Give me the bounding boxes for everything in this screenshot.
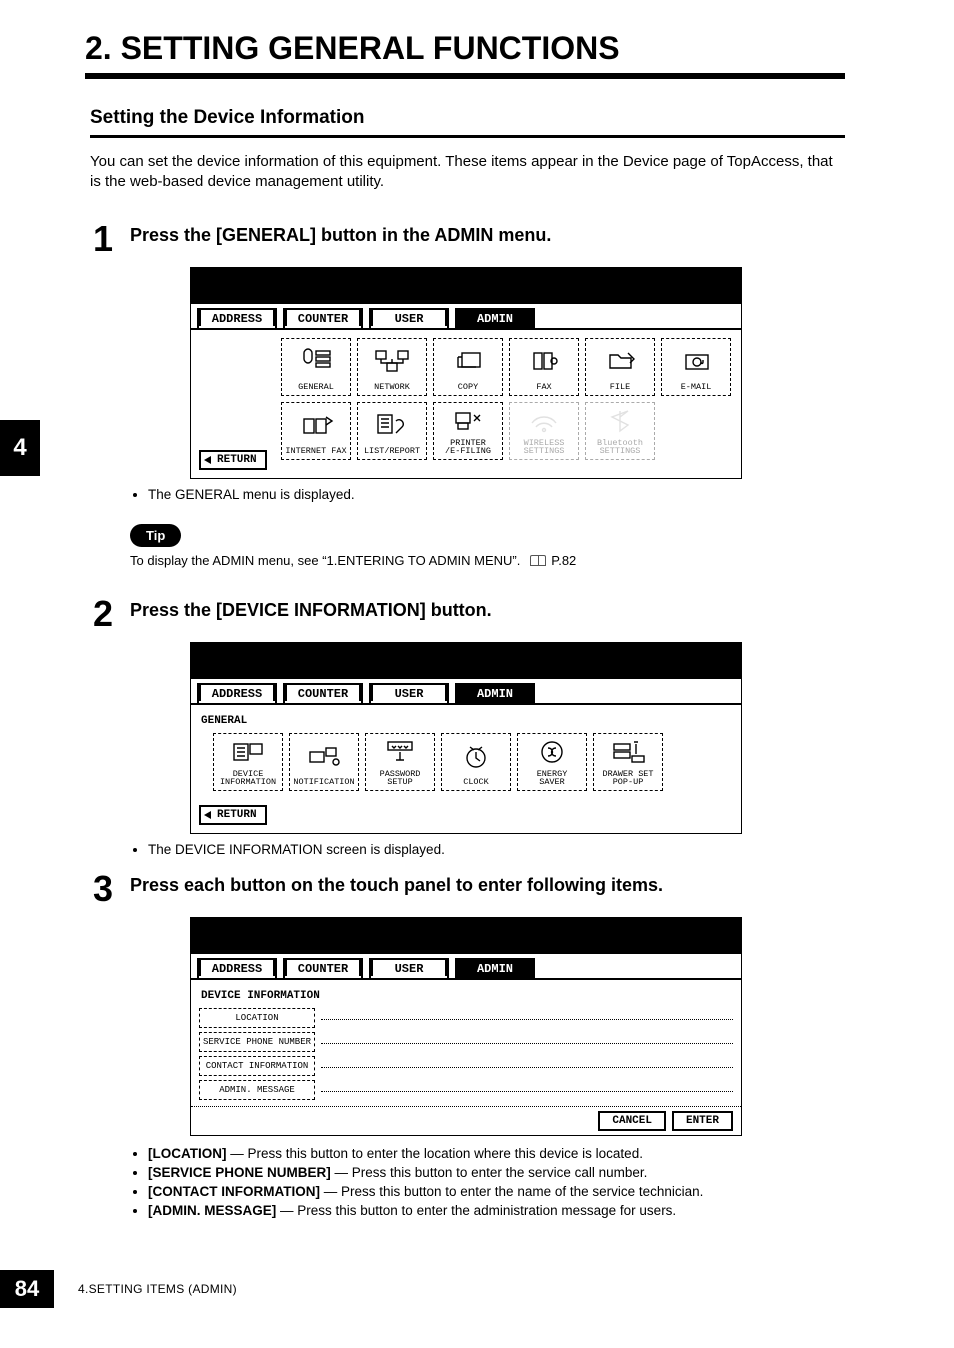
internet-fax-button[interactable]: INTERNET FAX	[281, 402, 351, 460]
step-number-3: 3	[90, 871, 116, 907]
tab-admin[interactable]: ADMIN	[455, 683, 535, 703]
device-information-button-label: DEVICE INFORMATION	[220, 770, 276, 787]
general-button-label: GENERAL	[298, 383, 334, 392]
network-button[interactable]: NETWORK	[357, 338, 427, 396]
printer-efiling-button[interactable]: PRINTER /E-FILING	[433, 402, 503, 460]
tab-user[interactable]: USER	[369, 958, 449, 978]
printer-efiling-button-label: PRINTER /E-FILING	[445, 439, 491, 456]
drawer-set-popup-button[interactable]: DRAWER SET POP-UP	[593, 733, 663, 791]
step-1: 1 Press the [GENERAL] button in the ADMI…	[90, 221, 845, 568]
file-button-label: FILE	[610, 383, 630, 392]
password-setup-button[interactable]: PASSWORD SETUP	[365, 733, 435, 791]
internet-fax-button-label: INTERNET FAX	[285, 447, 346, 456]
password-setup-button-label: PASSWORD SETUP	[366, 770, 434, 787]
copy-button[interactable]: COPY	[433, 338, 503, 396]
step-number-2: 2	[90, 596, 116, 632]
fax-button[interactable]: FAX	[509, 338, 579, 396]
cancel-button[interactable]: CANCEL	[598, 1111, 666, 1131]
network-button-label: NETWORK	[374, 383, 410, 392]
screenshot-device-information: ADDRESS COUNTER USER ADMIN DEVICE INFORM…	[190, 917, 742, 1136]
fax-button-label: FAX	[536, 383, 551, 392]
notification-button-label: NOTIFICATION	[293, 778, 354, 787]
list-report-button-label: LIST/REPORT	[364, 447, 420, 456]
wireless-settings-button: WIRELESS SETTINGS	[509, 402, 579, 460]
page-number: 84	[0, 1270, 54, 1308]
general-button[interactable]: GENERAL	[281, 338, 351, 396]
step-2-note: The DEVICE INFORMATION screen is display…	[148, 842, 845, 857]
clock-button[interactable]: CLOCK	[441, 733, 511, 791]
notification-button[interactable]: NOTIFICATION	[289, 733, 359, 791]
contact-information-button[interactable]: CONTACT INFORMATION	[199, 1056, 315, 1076]
step-2-title: Press the [DEVICE INFORMATION] button.	[130, 596, 492, 621]
tab-user[interactable]: USER	[369, 308, 449, 328]
admin-desc: [ADMIN. MESSAGE] — Press this button to …	[148, 1203, 845, 1218]
location-desc: [LOCATION] — Press this button to enter …	[148, 1146, 845, 1161]
email-button[interactable]: E-MAIL	[661, 338, 731, 396]
bluetooth-settings-button-label: Bluetooth SETTINGS	[597, 439, 643, 456]
tab-address[interactable]: ADDRESS	[197, 958, 277, 978]
service-phone-button[interactable]: SERVICE PHONE NUMBER	[199, 1032, 315, 1052]
step-1-note: The GENERAL menu is displayed.	[148, 487, 845, 502]
tab-counter[interactable]: COUNTER	[283, 958, 363, 978]
book-icon	[530, 555, 546, 566]
panel-label-device-info: DEVICE INFORMATION	[201, 990, 733, 1002]
device-information-button[interactable]: DEVICE INFORMATION	[213, 733, 283, 791]
tab-counter[interactable]: COUNTER	[283, 308, 363, 328]
step-2: 2 Press the [DEVICE INFORMATION] button.…	[90, 596, 845, 857]
energy-saver-button-label: ENERGY SAVER	[537, 770, 568, 787]
tab-address[interactable]: ADDRESS	[197, 683, 277, 703]
contact-desc: [CONTACT INFORMATION] — Press this butto…	[148, 1184, 845, 1199]
drawer-set-popup-button-label: DRAWER SET POP-UP	[602, 770, 653, 787]
step-3-title: Press each button on the touch panel to …	[130, 871, 663, 896]
footer-text: 4.SETTING ITEMS (ADMIN)	[78, 1282, 237, 1296]
section-title: Setting the Device Information	[90, 107, 845, 138]
screenshot-admin-menu: ADDRESS COUNTER USER ADMIN GENERAL NETWO…	[190, 267, 742, 479]
tab-address[interactable]: ADDRESS	[197, 308, 277, 328]
tip-text: To display the ADMIN menu, see “1.ENTERI…	[130, 553, 845, 568]
chapter-title: 2. SETTING GENERAL FUNCTIONS	[85, 30, 845, 79]
step-1-title: Press the [GENERAL] button in the ADMIN …	[130, 221, 551, 246]
step-3: 3 Press each button on the touch panel t…	[90, 871, 845, 1218]
tab-counter[interactable]: COUNTER	[283, 683, 363, 703]
enter-button[interactable]: ENTER	[672, 1111, 733, 1131]
energy-saver-button[interactable]: ENERGY SAVER	[517, 733, 587, 791]
tip-badge: Tip	[130, 524, 181, 547]
email-button-label: E-MAIL	[681, 383, 712, 392]
file-button[interactable]: FILE	[585, 338, 655, 396]
step-number-1: 1	[90, 221, 116, 257]
wireless-settings-button-label: WIRELESS SETTINGS	[524, 439, 565, 456]
list-report-button[interactable]: LIST/REPORT	[357, 402, 427, 460]
copy-button-label: COPY	[458, 383, 478, 392]
tab-admin[interactable]: ADMIN	[455, 308, 535, 328]
return-button[interactable]: RETURN	[199, 805, 267, 825]
bluetooth-settings-button: Bluetooth SETTINGS	[585, 402, 655, 460]
tab-admin[interactable]: ADMIN	[455, 958, 535, 978]
panel-label-general: GENERAL	[201, 715, 733, 727]
tab-user[interactable]: USER	[369, 683, 449, 703]
screenshot-general-menu: ADDRESS COUNTER USER ADMIN GENERAL DEVIC…	[190, 642, 742, 834]
chapter-side-tab: 4	[0, 420, 40, 476]
location-button[interactable]: LOCATION	[199, 1008, 315, 1028]
return-button[interactable]: RETURN	[199, 450, 267, 470]
clock-button-label: CLOCK	[463, 778, 489, 787]
admin-message-button[interactable]: ADMIN. MESSAGE	[199, 1080, 315, 1100]
intro-text: You can set the device information of th…	[90, 152, 845, 193]
service-desc: [SERVICE PHONE NUMBER] — Press this butt…	[148, 1165, 845, 1180]
